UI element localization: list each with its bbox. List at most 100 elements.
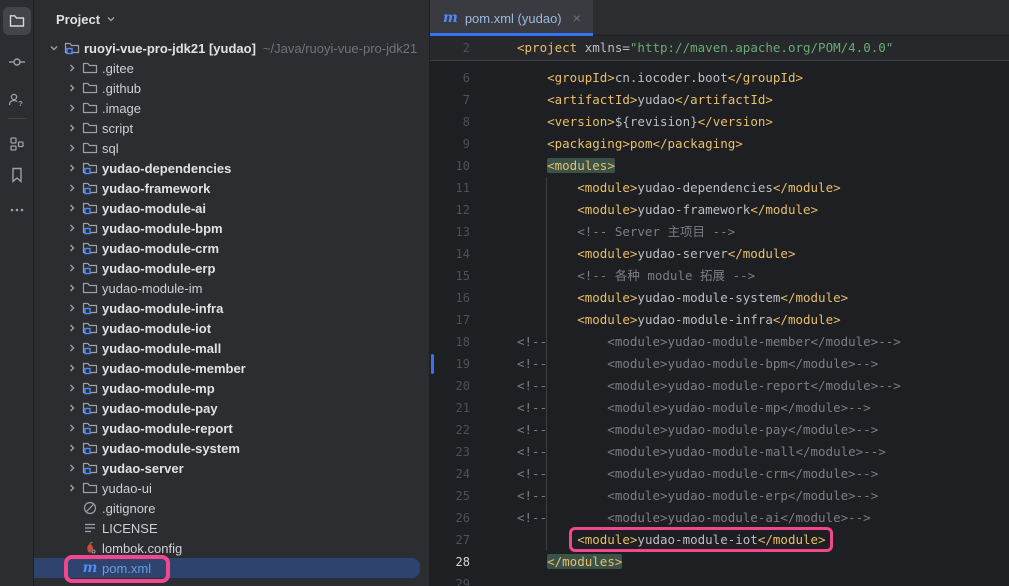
bookmarks-icon[interactable] [3, 161, 31, 189]
tree-item-license[interactable]: LICENSE [34, 518, 429, 538]
tree-item-yudao-module-system[interactable]: yudao-module-system [34, 438, 429, 458]
tree-item-sql[interactable]: sql [34, 138, 429, 158]
chevron-right-icon[interactable] [64, 323, 80, 333]
code-line-7[interactable]: 7 <artifactId>yudao</artifactId> [430, 89, 1009, 111]
tree-item-ruoyi-vue-pro-jdk21-yudao-[interactable]: ruoyi-vue-pro-jdk21 [yudao]~/Java/ruoyi-… [34, 38, 429, 58]
code-line-10[interactable]: 10 <modules> [430, 155, 1009, 177]
tree-item-pom-xml[interactable]: mpom.xml [34, 558, 420, 578]
code-line-24[interactable]: 24<!-- <module>yudao-module-crm</module>… [430, 463, 1009, 485]
code-line-22[interactable]: 22<!-- <module>yudao-module-pay</module>… [430, 419, 1009, 441]
code-editor[interactable]: 2<project xmlns="http://maven.apache.org… [430, 36, 1009, 586]
chevron-right-icon[interactable] [64, 343, 80, 353]
module-folder-icon [80, 200, 100, 216]
tree-item-yudao-module-erp[interactable]: yudao-module-erp [34, 258, 429, 278]
code-line-19[interactable]: 19<!-- <module>yudao-module-bpm</module>… [430, 353, 1009, 375]
tree-item-yudao-module-bpm[interactable]: yudao-module-bpm [34, 218, 429, 238]
tree-item-yudao-server[interactable]: yudao-server [34, 458, 429, 478]
chevron-right-icon[interactable] [64, 243, 80, 253]
module-folder-icon [80, 180, 100, 196]
tree-item-script[interactable]: script [34, 118, 429, 138]
code-line-27[interactable]: 27 <module>yudao-module-iot</module> [430, 529, 1009, 551]
tree-item-yudao-module-crm[interactable]: yudao-module-crm [34, 238, 429, 258]
code-line-14[interactable]: 14 <module>yudao-server</module> [430, 243, 1009, 265]
line-number: 26 [430, 507, 470, 529]
chevron-right-icon[interactable] [64, 223, 80, 233]
chevron-right-icon[interactable] [64, 263, 80, 273]
chevron-right-icon[interactable] [64, 363, 80, 373]
tree-item-yudao-module-mall[interactable]: yudao-module-mall [34, 338, 429, 358]
tree-item--image[interactable]: .image [34, 98, 429, 118]
tree-item-label: LICENSE [100, 521, 158, 536]
pull-requests-icon[interactable]: ? [3, 86, 31, 114]
chevron-right-icon[interactable] [64, 403, 80, 413]
code-line-2[interactable]: 2<project xmlns="http://maven.apache.org… [430, 36, 1009, 60]
tree-item--gitee[interactable]: .gitee [34, 58, 429, 78]
code-line-11[interactable]: 11 <module>yudao-dependencies</module> [430, 177, 1009, 199]
chevron-right-icon[interactable] [64, 283, 80, 293]
folded-region-separator[interactable] [430, 60, 1009, 67]
code-line-20[interactable]: 20<!-- <module>yudao-module-report</modu… [430, 375, 1009, 397]
module-folder-icon [80, 460, 100, 476]
tab-pom-xml[interactable]: m pom.xml (yudao) × [430, 0, 593, 36]
tree-item-yudao-framework[interactable]: yudao-framework [34, 178, 429, 198]
close-icon[interactable]: × [569, 10, 581, 26]
code-line-21[interactable]: 21<!-- <module>yudao-module-mp</module>-… [430, 397, 1009, 419]
code-line-25[interactable]: 25<!-- <module>yudao-module-erp</module>… [430, 485, 1009, 507]
more-tool-windows-icon[interactable] [3, 196, 31, 224]
chevron-right-icon[interactable] [64, 203, 80, 213]
tab-label: pom.xml (yudao) [465, 11, 562, 26]
tree-item-yudao-ui[interactable]: yudao-ui [34, 478, 429, 498]
code-line-12[interactable]: 12 <module>yudao-framework</module> [430, 199, 1009, 221]
chevron-right-icon[interactable] [64, 183, 80, 193]
folder-icon [80, 60, 100, 76]
tree-item--github[interactable]: .github [34, 78, 429, 98]
tree-item-yudao-module-im[interactable]: yudao-module-im [34, 278, 429, 298]
tree-item-yudao-module-member[interactable]: yudao-module-member [34, 358, 429, 378]
tree-item-yudao-module-mp[interactable]: yudao-module-mp [34, 378, 429, 398]
code-line-16[interactable]: 16 <module>yudao-module-system</module> [430, 287, 1009, 309]
project-panel-header[interactable]: Project [34, 0, 429, 38]
tree-item-lombok-config[interactable]: lombok.config [34, 538, 429, 558]
chevron-right-icon[interactable] [64, 143, 80, 153]
tree-item-yudao-module-pay[interactable]: yudao-module-pay [34, 398, 429, 418]
chevron-right-icon[interactable] [64, 423, 80, 433]
chevron-right-icon[interactable] [64, 163, 80, 173]
tree-item-yudao-module-infra[interactable]: yudao-module-infra [34, 298, 429, 318]
chevron-down-icon[interactable] [46, 43, 62, 53]
chevron-right-icon[interactable] [64, 83, 80, 93]
folder-icon [80, 280, 100, 296]
module-folder-icon [80, 360, 100, 376]
tree-item-label: .image [100, 101, 141, 116]
code-line-15[interactable]: 15 <!-- 各种 module 拓展 --> [430, 265, 1009, 287]
code-line-9[interactable]: 9 <packaging>pom</packaging> [430, 133, 1009, 155]
code-line-28[interactable]: 28 </modules> [430, 551, 1009, 573]
code-line-17[interactable]: 17 <module>yudao-module-infra</module> [430, 309, 1009, 331]
tree-item--gitignore[interactable]: .gitignore [34, 498, 429, 518]
module-folder-icon [80, 240, 100, 256]
chevron-right-icon[interactable] [64, 463, 80, 473]
chevron-right-icon[interactable] [64, 63, 80, 73]
chevron-right-icon[interactable] [64, 483, 80, 493]
code-line-13[interactable]: 13 <!-- Server 主项目 --> [430, 221, 1009, 243]
chevron-right-icon[interactable] [64, 103, 80, 113]
commit-icon[interactable] [3, 48, 31, 76]
tree-item-yudao-module-ai[interactable]: yudao-module-ai [34, 198, 429, 218]
line-number: 29 [430, 573, 470, 586]
code-line-23[interactable]: 23<!-- <module>yudao-module-mall</module… [430, 441, 1009, 463]
code-line-6[interactable]: 6 <groupId>cn.iocoder.boot</groupId> [430, 67, 1009, 89]
tree-item-yudao-dependencies[interactable]: yudao-dependencies [34, 158, 429, 178]
chevron-right-icon[interactable] [64, 383, 80, 393]
tree-item-yudao-module-report[interactable]: yudao-module-report [34, 418, 429, 438]
tree-item-label: .gitignore [100, 501, 155, 516]
code-line-26[interactable]: 26<!-- <module>yudao-module-ai</module>-… [430, 507, 1009, 529]
project-icon[interactable] [3, 7, 31, 35]
code-line-18[interactable]: 18<!-- <module>yudao-module-member</modu… [430, 331, 1009, 353]
structure-icon[interactable] [3, 130, 31, 158]
tree-item-yudao-module-iot[interactable]: yudao-module-iot [34, 318, 429, 338]
vcs-change-marker[interactable] [431, 354, 434, 374]
code-line-29[interactable]: 29 [430, 573, 1009, 586]
code-line-8[interactable]: 8 <version>${revision}</version> [430, 111, 1009, 133]
chevron-right-icon[interactable] [64, 303, 80, 313]
chevron-right-icon[interactable] [64, 443, 80, 453]
chevron-right-icon[interactable] [64, 123, 80, 133]
